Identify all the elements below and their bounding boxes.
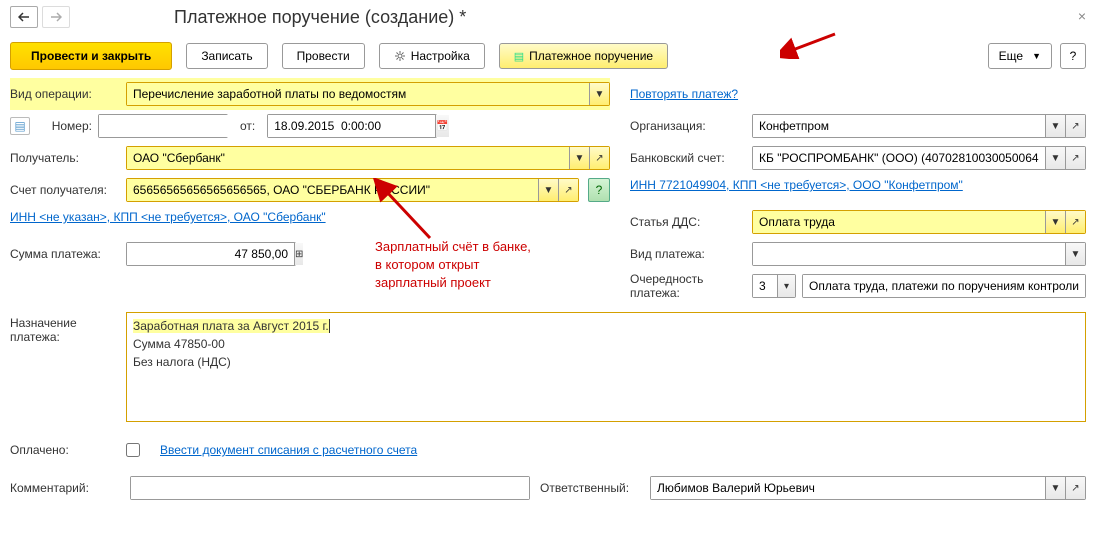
purpose-line-1: Заработная плата за Август 2015 г. xyxy=(133,319,329,333)
amount-label: Сумма платежа: xyxy=(10,247,120,261)
org-label: Организация: xyxy=(630,119,746,133)
back-button[interactable] xyxy=(10,6,38,28)
dds-label: Статья ДДС: xyxy=(630,215,746,229)
calculator-icon[interactable]: ⊞ xyxy=(294,243,303,265)
list-icon[interactable]: ▤ xyxy=(10,117,30,135)
page-title: Платежное поручение (создание) * xyxy=(174,7,466,28)
bank-acct-input[interactable] xyxy=(753,147,1045,169)
recipient-acct-field[interactable]: ▼ ↗ xyxy=(126,178,579,202)
paid-label: Оплачено: xyxy=(10,443,120,457)
open-icon[interactable]: ↗ xyxy=(1065,147,1085,169)
paid-checkbox[interactable] xyxy=(126,443,140,457)
save-button[interactable]: Записать xyxy=(186,43,267,69)
submit-and-close-button[interactable]: Провести и закрыть xyxy=(10,42,172,70)
chevron-down-icon: ▼ xyxy=(1032,51,1041,61)
dropdown-icon[interactable]: ▼ xyxy=(1065,243,1085,265)
pay-type-label: Вид платежа: xyxy=(630,247,746,261)
post-button[interactable]: Провести xyxy=(282,43,365,69)
open-icon[interactable]: ↗ xyxy=(589,147,609,169)
more-button[interactable]: Еще ▼ xyxy=(988,43,1052,69)
close-icon[interactable]: × xyxy=(1078,8,1086,24)
annotation-arrow-1 xyxy=(780,29,840,59)
dds-field[interactable]: ▼ ↗ xyxy=(752,210,1086,234)
responsible-field[interactable]: ▼ ↗ xyxy=(650,476,1086,500)
priority-field[interactable]: ▾ xyxy=(752,274,796,298)
dropdown-icon[interactable]: ▼ xyxy=(1045,477,1065,499)
dropdown-icon[interactable]: ▼ xyxy=(1045,147,1065,169)
open-icon[interactable]: ↗ xyxy=(1065,115,1085,137)
dds-input[interactable] xyxy=(753,211,1045,233)
annotation-text: Зарплатный счёт в банке, в котором откры… xyxy=(375,238,575,293)
op-type-label: Вид операции: xyxy=(10,87,120,101)
help-button[interactable]: ? xyxy=(1060,43,1086,69)
open-icon[interactable]: ↗ xyxy=(1065,211,1085,233)
open-icon[interactable]: ↗ xyxy=(1065,477,1085,499)
purpose-textarea[interactable]: Заработная плата за Август 2015 г. Сумма… xyxy=(126,312,1086,422)
dropdown-icon[interactable]: ▼ xyxy=(1045,211,1065,233)
recipient-input[interactable] xyxy=(127,147,569,169)
help-icon[interactable]: ? xyxy=(588,178,610,202)
comment-input[interactable] xyxy=(131,477,529,499)
spinner-icon[interactable]: ▾ xyxy=(777,275,795,297)
number-field[interactable] xyxy=(98,114,228,138)
recipient-acct-input[interactable] xyxy=(127,179,538,201)
purpose-line-3: Без налога (НДС) xyxy=(133,353,1079,371)
dropdown-icon[interactable]: ▼ xyxy=(1045,115,1065,137)
comment-label: Комментарий: xyxy=(10,481,120,495)
op-type-input[interactable] xyxy=(127,83,589,105)
responsible-input[interactable] xyxy=(651,477,1045,499)
comment-field[interactable] xyxy=(130,476,530,500)
pay-type-input[interactable] xyxy=(753,243,1065,265)
priority-input[interactable] xyxy=(753,275,777,297)
purpose-line-2: Сумма 47850-00 xyxy=(133,335,1079,353)
org-details-link[interactable]: ИНН 7721049904, КПП <не требуется>, ООО … xyxy=(630,178,963,192)
pay-type-field[interactable]: ▼ xyxy=(752,242,1086,266)
amount-field[interactable]: ⊞ xyxy=(126,242,296,266)
responsible-label: Ответственный: xyxy=(540,481,640,495)
document-icon: ▤ xyxy=(514,50,524,63)
priority-label: Очередность платежа: xyxy=(630,272,746,300)
priority-desc-field xyxy=(802,274,1086,298)
dropdown-icon[interactable]: ▼ xyxy=(589,83,609,105)
number-label: Номер: xyxy=(36,119,92,133)
open-icon[interactable]: ↗ xyxy=(558,179,578,201)
org-field[interactable]: ▼ ↗ xyxy=(752,114,1086,138)
recipient-acct-label: Счет получателя: xyxy=(10,183,120,197)
recipient-label: Получатель: xyxy=(10,151,120,165)
date-input[interactable] xyxy=(268,115,435,137)
enter-doc-link[interactable]: Ввести документ списания с расчетного сч… xyxy=(160,443,417,457)
org-input[interactable] xyxy=(753,115,1045,137)
date-from-label: от: xyxy=(240,119,255,133)
payment-order-button[interactable]: ▤ Платежное поручение xyxy=(499,43,668,69)
settings-button[interactable]: Настройка xyxy=(379,43,485,69)
priority-desc xyxy=(803,275,1085,297)
date-field[interactable]: 📅 xyxy=(267,114,437,138)
amount-input[interactable] xyxy=(127,243,294,265)
repeat-payment-link[interactable]: Повторять платеж? xyxy=(630,87,738,101)
bank-acct-field[interactable]: ▼ ↗ xyxy=(752,146,1086,170)
recipient-field[interactable]: ▼ ↗ xyxy=(126,146,610,170)
dropdown-icon[interactable]: ▼ xyxy=(538,179,558,201)
bank-acct-label: Банковский счет: xyxy=(630,151,746,165)
op-type-select[interactable]: ▼ xyxy=(126,82,610,106)
purpose-label: Назначение платежа: xyxy=(10,312,120,344)
forward-button[interactable] xyxy=(42,6,70,28)
recipient-details-link[interactable]: ИНН <не указан>, КПП <не требуется>, ОАО… xyxy=(10,210,326,224)
calendar-icon[interactable]: 📅 xyxy=(435,115,448,137)
gear-icon xyxy=(394,50,406,62)
dropdown-icon[interactable]: ▼ xyxy=(569,147,589,169)
